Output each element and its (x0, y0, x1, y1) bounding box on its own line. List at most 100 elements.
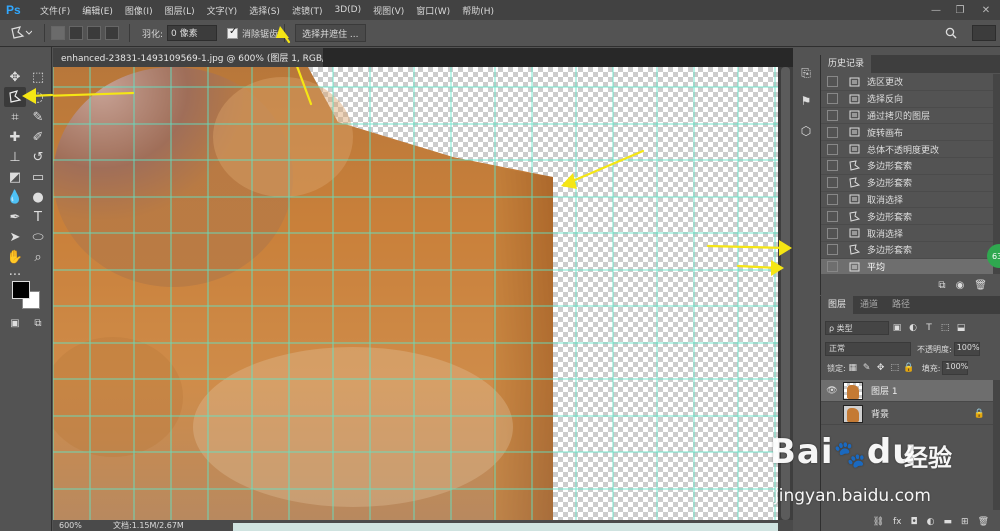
history-item[interactable]: 取消选择 (821, 225, 993, 242)
layer-row-1[interactable]: 👁 图层 1 (821, 380, 993, 402)
workspace-select[interactable] (972, 25, 996, 41)
canvas-horizontal-scrollbar[interactable] (233, 523, 778, 531)
history-item-label: 选区更改 (867, 78, 904, 89)
layers-footer: ⛓ fx ◘ ◐ ▬ ⊞ 🗑 (821, 515, 1000, 529)
history-snapshot-checkbox[interactable] (827, 210, 838, 222)
history-item-label: 取消选择 (867, 195, 904, 206)
search-icon[interactable] (940, 23, 962, 43)
doc-icon (848, 261, 861, 272)
adjustment-layer-icon[interactable]: ◐ (927, 517, 935, 527)
history-item[interactable]: 平均 (821, 258, 993, 274)
history-item[interactable]: 多边形套索 (821, 242, 993, 259)
history-panel-icon[interactable]: ⎘ (796, 63, 816, 83)
history-item-label: 取消选择 (867, 229, 904, 240)
adjustment-filter-icon[interactable]: ◐ (905, 323, 921, 333)
lock-all-icon[interactable]: 🔒 (902, 363, 916, 373)
history-item-label: 多边形套索 (867, 212, 913, 223)
lock-image-icon[interactable]: ✎ (860, 363, 874, 373)
link-layers-icon[interactable]: ⛓ (873, 517, 884, 527)
doc-icon (848, 194, 861, 205)
layer-name[interactable]: 图层 1 (871, 384, 993, 397)
lock-artboard-icon[interactable]: ⬚ (888, 363, 902, 373)
lock-label: 锁定: (827, 363, 846, 373)
opacity-input[interactable]: 100% (953, 342, 980, 356)
lock-row: 锁定: ▦ ✎ ✥ ⬚ 🔒 填充: 100% (825, 360, 999, 376)
polygon-lasso-icon (848, 177, 861, 188)
trash-icon[interactable]: 🗑 (974, 280, 987, 291)
lock-position-icon[interactable]: ✥ (874, 363, 888, 373)
layer-filter-select[interactable]: ρ 类型 (825, 321, 889, 335)
history-item-label: 多边形套索 (867, 246, 913, 257)
layers-panel: 图层 通道 路径 ρ 类型 ▣ ◐ T ⬚ ⬓ 正常 不透明度: 100% 锁定… (820, 296, 1000, 531)
delete-layer-icon[interactable]: 🗑 (978, 517, 989, 527)
history-item[interactable]: 选区更改 (821, 74, 993, 91)
history-snapshot-checkbox[interactable] (827, 76, 838, 88)
history-snapshot-checkbox[interactable] (827, 244, 838, 256)
layer-name[interactable]: 背景 (871, 407, 974, 420)
history-snapshot-checkbox[interactable] (827, 177, 838, 189)
foreground-color-swatch[interactable] (12, 281, 30, 299)
history-item[interactable]: 多边形套索 (821, 208, 993, 226)
fill-input[interactable]: 100% (942, 361, 969, 375)
layer-row-background[interactable]: 背景 🔒 (821, 403, 993, 425)
layer-thumbnail (843, 404, 863, 423)
history-snapshot-checkbox[interactable] (827, 227, 838, 239)
pixel-filter-icon[interactable]: ▣ (889, 323, 905, 333)
doc-icon (848, 144, 861, 155)
add-mask-icon[interactable]: ◘ (911, 517, 918, 527)
history-item[interactable]: 多边形套索 (821, 158, 993, 175)
snapshot-icon[interactable]: ◉ (956, 280, 965, 291)
history-item[interactable]: 通过拷贝的图层 (821, 108, 993, 125)
shape-filter-icon[interactable]: ⬚ (937, 323, 953, 333)
doc-icon (848, 93, 861, 104)
photoshop-window: Ps 文件(F) 编辑(E) 图像(I) 图层(L) 文字(Y) 选择(S) 滤… (0, 0, 1000, 531)
history-snapshot-checkbox[interactable] (827, 261, 838, 273)
polygon-lasso-icon (848, 244, 861, 255)
tab-paths[interactable]: 路径 (885, 296, 917, 314)
type-filter-icon[interactable]: T (921, 323, 937, 333)
collapsed-panels: ⎘ ⚑ ⬡ (793, 55, 819, 155)
history-snapshot-checkbox[interactable] (827, 126, 838, 138)
thumbnail-image (847, 407, 859, 422)
tab-history[interactable]: 历史记录 (821, 55, 872, 73)
doc-icon (848, 110, 861, 121)
polygon-lasso-icon (848, 211, 861, 222)
history-item[interactable]: 多边形套索 (821, 175, 993, 192)
visibility-eye-icon[interactable]: 👁 (821, 386, 843, 396)
history-snapshot-checkbox[interactable] (827, 193, 838, 205)
polygon-lasso-icon (848, 160, 861, 171)
new-document-from-state-icon[interactable]: ⧉ (938, 280, 945, 291)
history-item-label: 总体不透明度更改 (867, 145, 940, 156)
doc-size: 文档:1.15M/2.67M (113, 521, 184, 530)
new-group-icon[interactable]: ▬ (944, 517, 953, 527)
tab-layers[interactable]: 图层 (821, 296, 854, 314)
history-snapshot-checkbox[interactable] (827, 143, 838, 155)
history-item[interactable]: 总体不透明度更改 (821, 141, 993, 158)
zoom-level[interactable]: 600% (53, 521, 93, 530)
selection-icon (848, 76, 861, 87)
thumbnail-image (847, 384, 859, 399)
fx-icon[interactable]: fx (893, 517, 902, 527)
blend-mode-select[interactable]: 正常 (825, 342, 911, 356)
history-item-label: 平均 (867, 263, 886, 274)
history-item-label: 通过拷贝的图层 (867, 111, 931, 122)
fill-label: 填充: (921, 363, 941, 373)
history-item-label: 选择反向 (867, 95, 904, 106)
history-item[interactable]: 取消选择 (821, 192, 993, 209)
history-footer: ⧉ ◉ 🗑 (821, 277, 1000, 293)
close-icon[interactable]: ✕ (972, 0, 1000, 20)
new-layer-icon[interactable]: ⊞ (961, 517, 969, 527)
history-item[interactable]: 选择反向 (821, 91, 993, 108)
history-snapshot-checkbox[interactable] (827, 93, 838, 105)
history-snapshot-checkbox[interactable] (827, 109, 838, 121)
history-item[interactable]: 旋转画布 (821, 124, 993, 142)
tab-channels[interactable]: 通道 (853, 296, 885, 314)
history-snapshot-checkbox[interactable] (827, 160, 838, 172)
properties-panel-icon[interactable]: ⚑ (796, 91, 816, 111)
layer-filter-row: ρ 类型 ▣ ◐ T ⬚ ⬓ (825, 320, 997, 336)
3d-panel-icon[interactable]: ⬡ (796, 121, 816, 141)
restore-icon[interactable]: ❐ (946, 0, 974, 20)
layers-scrollbar[interactable] (993, 380, 1000, 510)
lock-transparent-icon[interactable]: ▦ (846, 363, 860, 373)
smart-object-filter-icon[interactable]: ⬓ (953, 323, 969, 333)
